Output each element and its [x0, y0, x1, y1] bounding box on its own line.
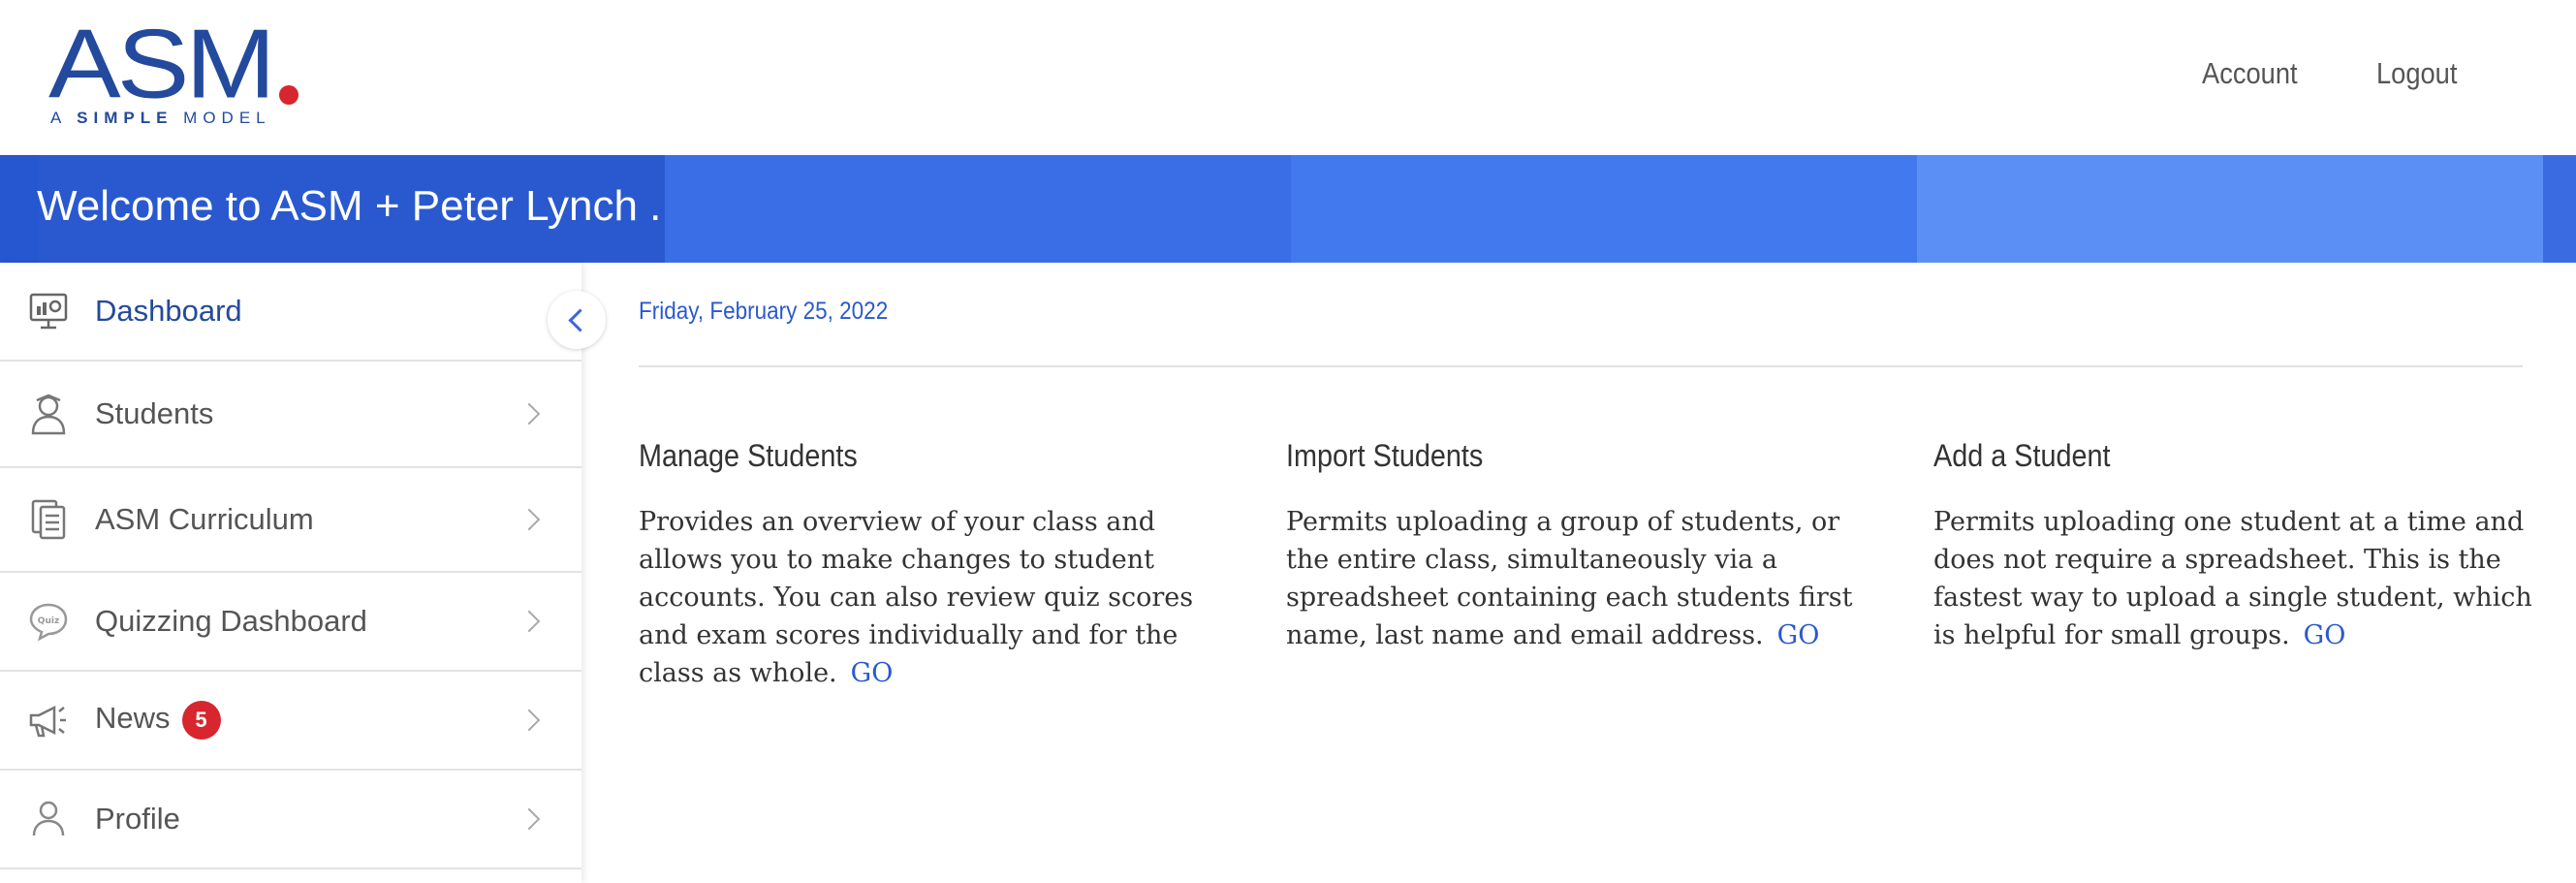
welcome-banner: Welcome to ASM + Peter Lynch .	[0, 155, 2576, 263]
megaphone-icon	[27, 699, 70, 741]
card-description: Permits uploading one student at a time …	[1933, 503, 2534, 654]
chevron-right-icon	[518, 508, 541, 531]
news-count-badge: 5	[181, 701, 221, 740]
card-title: Manage Students	[639, 438, 858, 473]
logo-wordmark: ASM	[48, 9, 276, 119]
news-label-text: News	[95, 701, 171, 736]
sidebar-item-label: Quizzing Dashboard	[95, 604, 367, 638]
sidebar-item-profile[interactable]: Profile	[0, 771, 581, 869]
logo-red-dot	[279, 85, 298, 105]
card-description: Provides an overview of your class and a…	[639, 503, 1240, 692]
manage-students-card: Manage Students Provides an overview of …	[639, 438, 1240, 692]
add-student-card: Add a Student Permits uploading one stud…	[1933, 438, 2534, 654]
sidebar-item-label: ASM Curriculum	[95, 502, 314, 536]
card-title: Import Students	[1286, 438, 1484, 473]
chevron-right-icon	[518, 807, 541, 831]
chevron-right-icon	[518, 402, 541, 426]
sidebar-item-label: News 5	[95, 701, 221, 740]
logo-tagline-bold: SIMPLE	[77, 109, 173, 127]
card-body-text: Provides an overview of your class and a…	[639, 507, 1194, 688]
chevron-right-icon	[518, 610, 541, 633]
dashboard-monitor-icon	[27, 290, 70, 332]
sidebar-item-news[interactable]: News 5	[0, 672, 581, 771]
sidebar-item-dashboard[interactable]: Dashboard	[0, 263, 581, 362]
card-title: Add a Student	[1933, 438, 2111, 473]
account-link[interactable]: Account	[2202, 56, 2298, 91]
sidebar-item-label: Profile	[95, 802, 180, 836]
card-body-text: Permits uploading a group of students, o…	[1286, 507, 1853, 650]
logo-tagline-prefix: A	[50, 109, 67, 127]
sidebar-collapse-button[interactable]	[548, 291, 606, 349]
sidebar-item-label: Dashboard	[95, 294, 242, 328]
logo-tagline-suffix: MODEL	[183, 109, 271, 127]
card-description: Permits uploading a group of students, o…	[1286, 503, 1887, 654]
sidebar-item-label: Students	[95, 396, 214, 430]
sidebar-item-asm-curriculum[interactable]: ASM Curriculum	[0, 468, 581, 573]
chevron-right-icon	[518, 709, 541, 732]
svg-text:Quiz: Quiz	[38, 616, 59, 626]
manage-students-go-link[interactable]: GO	[851, 658, 894, 688]
sidebar-item-quizzing-dashboard[interactable]: Quiz Quizzing Dashboard	[0, 573, 581, 672]
add-student-go-link[interactable]: GO	[2304, 620, 2346, 650]
card-body-text: Permits uploading one student at a time …	[1933, 507, 2532, 650]
welcome-text: Welcome to ASM + Peter Lynch .	[37, 182, 662, 230]
import-students-go-link[interactable]: GO	[1777, 620, 1820, 650]
user-icon	[27, 798, 70, 840]
quiz-bubble-icon: Quiz	[27, 600, 70, 643]
current-date: Friday, February 25, 2022	[639, 298, 889, 325]
logo-tagline: A SIMPLE MODEL	[50, 109, 271, 128]
logout-link[interactable]: Logout	[2376, 56, 2457, 91]
sidebar-item-students[interactable]: Students	[0, 362, 581, 468]
asm-logo[interactable]: ASM A SIMPLE MODEL	[48, 16, 310, 130]
divider	[639, 365, 2523, 367]
sidebar: Dashboard Students ASM Curriculum Quiz Q…	[0, 263, 581, 883]
top-header: ASM A SIMPLE MODEL Account Logout	[0, 0, 2576, 155]
chevron-left-icon	[567, 307, 592, 332]
documents-icon	[27, 498, 70, 541]
import-students-card: Import Students Permits uploading a grou…	[1286, 438, 1887, 654]
student-icon	[27, 393, 70, 435]
